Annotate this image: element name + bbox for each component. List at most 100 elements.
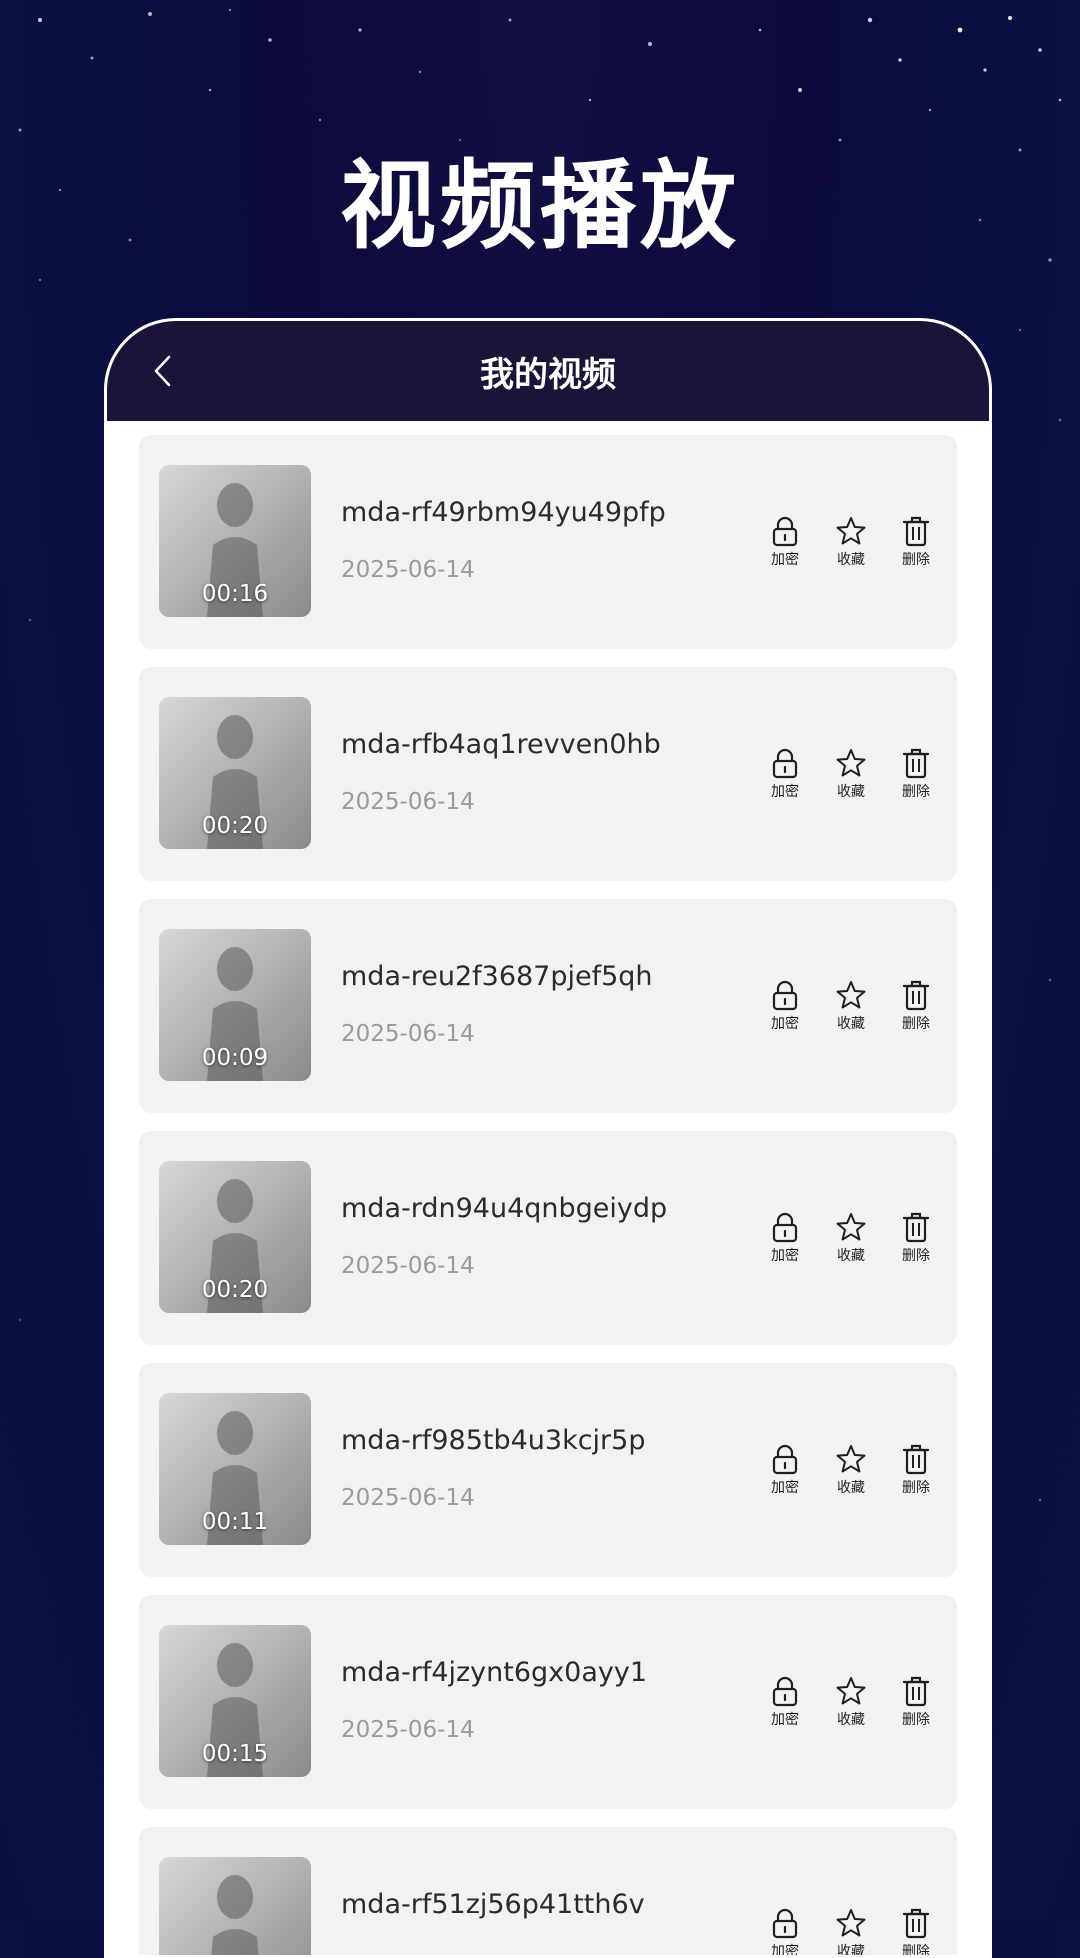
encrypt-label: 加密 [771, 784, 799, 800]
video-thumbnail[interactable]: 00:16 [159, 465, 311, 617]
video-item[interactable]: 00:11 mda-rf985tb4u3kcjr5p 2025-06-14 加密… [139, 1363, 957, 1577]
video-name: mda-rf985tb4u3kcjr5p [341, 1425, 646, 1456]
video-item[interactable]: 00:20 mda-rfb4aq1revven0hb 2025-06-14 加密… [139, 667, 957, 881]
lock-icon [772, 748, 798, 779]
panel-title: 我的视频 [480, 355, 616, 395]
video-date: 2025-06-14 [341, 1717, 475, 1743]
encrypt-button[interactable]: 加密 [759, 979, 811, 1033]
video-thumbnail[interactable]: 00:09 [159, 929, 311, 1081]
encrypt-button[interactable]: 加密 [759, 515, 811, 569]
delete-label: 删除 [902, 1016, 930, 1032]
favorite-label: 收藏 [837, 1248, 865, 1264]
favorite-label: 收藏 [837, 1712, 865, 1728]
encrypt-button[interactable]: 加密 [759, 1675, 811, 1729]
video-name: mda-rf4jzynt6gx0ayy1 [341, 1657, 648, 1688]
favorite-label: 收藏 [837, 552, 865, 568]
video-item[interactable]: 00:20 mda-rdn94u4qnbgeiydp 2025-06-14 加密… [139, 1131, 957, 1345]
video-item[interactable]: 00:16 mda-rf49rbm94yu49pfp 2025-06-14 加密… [139, 435, 957, 649]
favorite-button[interactable]: 收藏 [825, 1443, 877, 1497]
star-icon [836, 749, 866, 777]
trash-icon [902, 1908, 930, 1939]
star-icon [836, 1909, 866, 1937]
video-thumbnail[interactable] [159, 1857, 311, 1955]
encrypt-button[interactable]: 加密 [759, 1443, 811, 1497]
video-thumbnail[interactable]: 00:15 [159, 1625, 311, 1777]
thumbnail-image [159, 1857, 311, 1955]
delete-button[interactable]: 删除 [890, 1675, 942, 1729]
star-icon [836, 1677, 866, 1705]
favorite-label: 收藏 [837, 1016, 865, 1032]
video-thumbnail[interactable]: 00:20 [159, 1161, 311, 1313]
star-icon [836, 981, 866, 1009]
video-thumbnail[interactable]: 00:20 [159, 697, 311, 849]
video-duration: 00:20 [201, 1277, 269, 1303]
encrypt-label: 加密 [771, 1480, 799, 1496]
encrypt-button[interactable]: 加密 [759, 1211, 811, 1265]
favorite-button[interactable]: 收藏 [825, 747, 877, 801]
video-date: 2025-06-14 [341, 789, 475, 815]
star-icon [836, 1445, 866, 1473]
trash-icon [902, 980, 930, 1011]
favorite-label: 收藏 [837, 1944, 865, 1958]
encrypt-button[interactable]: 加密 [759, 1907, 811, 1955]
star-icon [836, 1213, 866, 1241]
video-duration: 00:15 [201, 1741, 269, 1767]
video-date: 2025-06-14 [341, 1021, 475, 1047]
trash-icon [902, 516, 930, 547]
delete-label: 删除 [902, 1944, 930, 1958]
video-date: 2025-06-14 [341, 1253, 475, 1279]
favorite-button[interactable]: 收藏 [825, 1211, 877, 1265]
encrypt-label: 加密 [771, 552, 799, 568]
delete-button[interactable]: 删除 [890, 1211, 942, 1265]
video-item[interactable]: 00:15 mda-rf4jzynt6gx0ayy1 2025-06-14 加密… [139, 1595, 957, 1809]
delete-label: 删除 [902, 784, 930, 800]
lock-icon [772, 1908, 798, 1939]
delete-label: 删除 [902, 1712, 930, 1728]
video-duration: 00:16 [201, 581, 269, 607]
page-title: 视频播放 [340, 150, 740, 262]
lock-icon [772, 1676, 798, 1707]
video-thumbnail[interactable]: 00:11 [159, 1393, 311, 1545]
encrypt-button[interactable]: 加密 [759, 747, 811, 801]
video-date: 2025-06-14 [341, 1485, 475, 1511]
trash-icon [902, 1212, 930, 1243]
favorite-button[interactable]: 收藏 [825, 1907, 877, 1958]
video-date: 2025-06-14 [341, 557, 475, 583]
video-name: mda-rf49rbm94yu49pfp [341, 497, 666, 528]
favorite-button[interactable]: 收藏 [825, 515, 877, 569]
delete-label: 删除 [902, 1480, 930, 1496]
delete-button[interactable]: 删除 [890, 747, 942, 801]
lock-icon [772, 516, 798, 547]
video-duration: 00:09 [201, 1045, 269, 1071]
panel-header: 我的视频 [107, 321, 989, 421]
delete-button[interactable]: 删除 [890, 1907, 942, 1958]
video-list: 00:16 mda-rf49rbm94yu49pfp 2025-06-14 加密… [107, 421, 989, 1958]
lock-icon [772, 1444, 798, 1475]
delete-label: 删除 [902, 1248, 930, 1264]
encrypt-label: 加密 [771, 1712, 799, 1728]
delete-label: 删除 [902, 552, 930, 568]
encrypt-label: 加密 [771, 1016, 799, 1032]
encrypt-label: 加密 [771, 1248, 799, 1264]
video-panel: 我的视频 00:16 mda-rf49rbm94yu49pfp 2025-06-… [104, 318, 992, 1958]
delete-button[interactable]: 删除 [890, 1443, 942, 1497]
video-name: mda-reu2f3687pjef5qh [341, 961, 653, 992]
delete-button[interactable]: 删除 [890, 979, 942, 1033]
video-duration: 00:11 [201, 1509, 269, 1535]
favorite-button[interactable]: 收藏 [825, 1675, 877, 1729]
video-name: mda-rf51zj56p41tth6v [341, 1889, 645, 1920]
video-item[interactable]: mda-rf51zj56p41tth6v 加密 收藏 删除 [139, 1827, 957, 1958]
trash-icon [902, 1676, 930, 1707]
delete-button[interactable]: 删除 [890, 515, 942, 569]
favorite-label: 收藏 [837, 784, 865, 800]
video-name: mda-rfb4aq1revven0hb [341, 729, 661, 760]
favorite-label: 收藏 [837, 1480, 865, 1496]
lock-icon [772, 980, 798, 1011]
video-name: mda-rdn94u4qnbgeiydp [341, 1193, 668, 1224]
video-duration: 00:20 [201, 813, 269, 839]
favorite-button[interactable]: 收藏 [825, 979, 877, 1033]
star-icon [836, 517, 866, 545]
video-item[interactable]: 00:09 mda-reu2f3687pjef5qh 2025-06-14 加密… [139, 899, 957, 1113]
lock-icon [772, 1212, 798, 1243]
trash-icon [902, 748, 930, 779]
